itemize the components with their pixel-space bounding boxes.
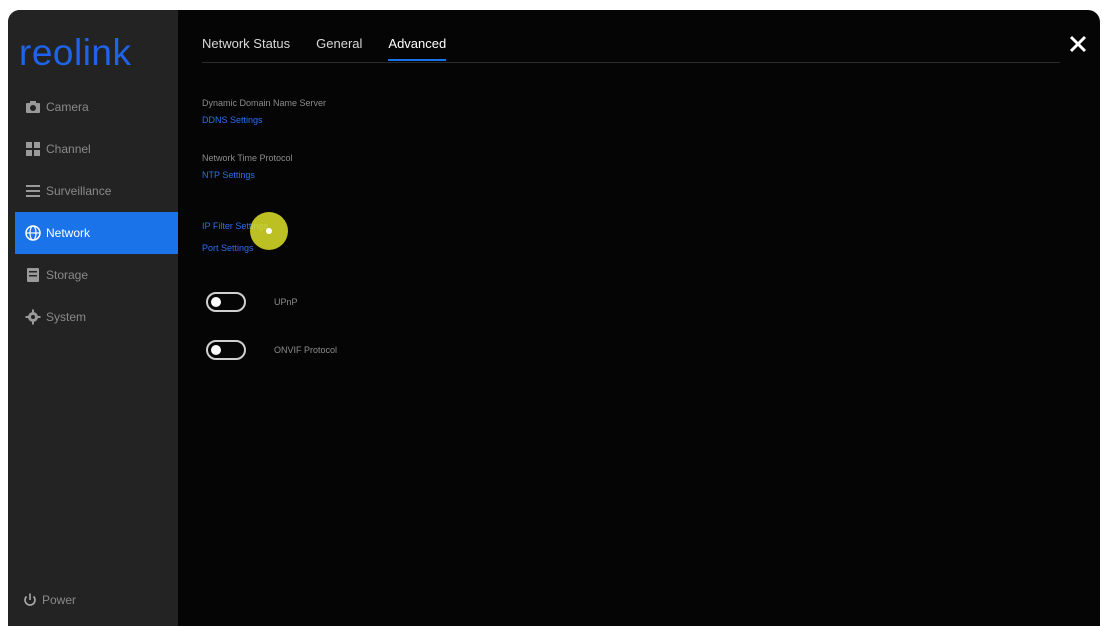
power-label: Power [42, 593, 77, 607]
sidebar-item-storage[interactable]: Storage [15, 254, 178, 296]
ddns-section: Dynamic Domain Name Server DDNS Settings [202, 98, 326, 125]
tab-network-status[interactable]: Network Status [202, 36, 290, 61]
upnp-toggle[interactable] [206, 292, 246, 312]
tab-bar: Network Status General Advanced [202, 36, 472, 61]
onvif-toggle[interactable] [206, 340, 246, 360]
tab-divider [202, 62, 1060, 63]
grid-icon [26, 142, 40, 156]
cursor-highlight [250, 212, 288, 250]
sidebar-item-label: Channel [46, 142, 91, 156]
cursor-center [266, 228, 272, 234]
sidebar-item-camera[interactable]: Camera [15, 86, 178, 128]
list-icon [26, 185, 40, 197]
ntp-section: Network Time Protocol NTP Settings [202, 153, 293, 180]
globe-icon [25, 225, 41, 241]
storage-icon [27, 268, 39, 282]
toggle-knob [211, 345, 221, 355]
ntp-label: Network Time Protocol [202, 153, 293, 163]
tab-advanced[interactable]: Advanced [388, 36, 447, 61]
toggle-knob [211, 297, 221, 307]
sidebar-item-label: Storage [46, 268, 89, 282]
sidebar: reolink Camera Channel Surveillance Netw… [8, 10, 178, 626]
upnp-label: UPnP [274, 297, 298, 307]
power-button[interactable]: Power [22, 592, 76, 608]
main-panel: Network Status General Advanced Dynamic … [178, 10, 1100, 626]
sidebar-item-system[interactable]: System [15, 296, 178, 338]
port-settings-link[interactable]: Port Settings [202, 243, 254, 253]
sidebar-item-label: Network [46, 226, 91, 240]
ntp-settings-link[interactable]: NTP Settings [202, 170, 293, 180]
sidebar-item-label: Surveillance [46, 184, 112, 198]
port-section: Port Settings [202, 243, 254, 253]
sidebar-item-surveillance[interactable]: Surveillance [15, 170, 178, 212]
sidebar-item-channel[interactable]: Channel [15, 128, 178, 170]
gear-icon [25, 309, 41, 325]
sidebar-nav: Camera Channel Surveillance Network Stor… [15, 86, 178, 338]
onvif-label: ONVIF Protocol [274, 345, 338, 355]
power-icon [24, 593, 36, 606]
tab-general[interactable]: General [316, 36, 362, 61]
reolink-logo: reolink [19, 32, 132, 73]
sidebar-item-label: System [46, 310, 87, 324]
close-icon[interactable] [1066, 32, 1090, 56]
onvif-row: ONVIF Protocol [206, 340, 337, 360]
upnp-row: UPnP [206, 292, 298, 312]
sidebar-item-label: Camera [46, 100, 89, 114]
ddns-label: Dynamic Domain Name Server [202, 98, 327, 108]
camera-icon [26, 101, 40, 113]
ddns-settings-link[interactable]: DDNS Settings [202, 115, 326, 125]
settings-window: reolink Camera Channel Surveillance Netw… [8, 10, 1100, 626]
sidebar-item-network[interactable]: Network [15, 212, 178, 254]
